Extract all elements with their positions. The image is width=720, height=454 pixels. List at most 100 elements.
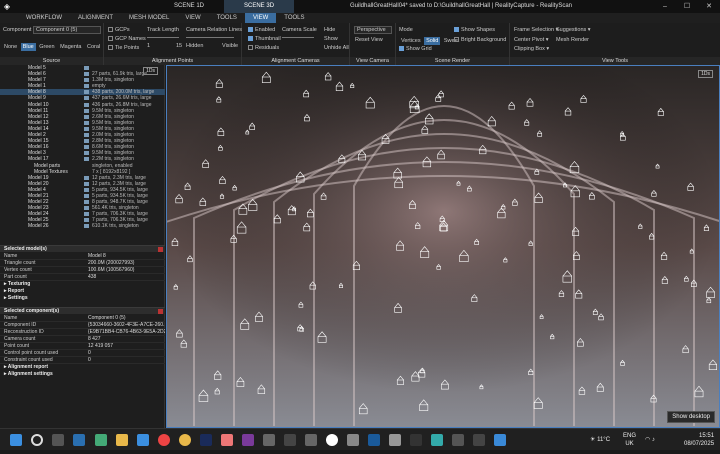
center-pivot-button[interactable]: Center Pivot ▾ [514, 37, 549, 43]
task-view-icon[interactable] [52, 434, 64, 446]
collapsible-section[interactable]: ▸ Report [0, 288, 165, 295]
selected-components-header[interactable]: Selected component(s) [0, 307, 165, 314]
system-tray-icons[interactable]: ◠ ♪ [645, 429, 655, 451]
property-row: Component ID {53034660-3602-4F3E-A7CE-260… [0, 322, 165, 329]
chrome-icon[interactable] [158, 434, 170, 446]
tab-scene-3d[interactable]: SCENE 3D [224, 0, 295, 13]
tree-badge: 1Ds [143, 67, 158, 75]
tab-scene-1d[interactable]: SCENE 1D [154, 0, 224, 13]
property-key: Control point count used [4, 350, 59, 356]
app-icon-10[interactable] [473, 434, 485, 446]
color-magenta[interactable]: Magenta [58, 43, 83, 51]
hide-button[interactable]: Hide [324, 27, 335, 33]
enabled-toggle[interactable]: Enabled [248, 27, 275, 33]
show-grid-toggle[interactable]: Show Grid [399, 46, 432, 52]
model-icon [84, 139, 89, 144]
app-icon-8[interactable] [431, 434, 443, 446]
close-button[interactable]: ✕ [698, 0, 720, 13]
menu-view[interactable]: VIEW [177, 13, 208, 23]
thumbnail-toggle[interactable]: Thumbnail [248, 36, 281, 42]
close-icon[interactable] [158, 247, 163, 252]
close-icon[interactable] [158, 309, 163, 314]
language-indicator[interactable]: ENG UK [623, 432, 636, 454]
app-icon-3[interactable] [284, 434, 296, 446]
collapsible-section[interactable]: ▸ Alignment settings [0, 371, 165, 378]
menu-tools-2[interactable]: TOOLS [276, 13, 312, 23]
mesh-render-button[interactable]: Mesh Render [556, 37, 589, 43]
projection-select[interactable]: Perspective [354, 26, 392, 34]
app-xn-icon[interactable] [242, 434, 254, 446]
minimize-button[interactable]: – [654, 0, 676, 13]
collapsible-section[interactable]: ▸ Settings [0, 295, 165, 302]
app-icon-5[interactable] [347, 434, 359, 446]
3d-viewport[interactable]: 1Ds Show desktop [166, 65, 720, 428]
suggestions-button[interactable]: Suggestions ▾ [556, 27, 591, 33]
unhide-all-button[interactable]: Unhide All [324, 45, 349, 51]
menu-workflow[interactable]: WORKFLOW [18, 13, 70, 23]
mode-solid[interactable]: Solid [424, 37, 441, 45]
alignment-cameras-group: Enabled Thumbnail Residuals Camera Scale… [242, 23, 350, 65]
residuals-toggle[interactable]: Residuals [248, 45, 279, 51]
property-row: Vertex count 100.6M (100567960) [0, 267, 165, 274]
app-icon-2[interactable] [263, 434, 275, 446]
menu-alignment[interactable]: ALIGNMENT [70, 13, 121, 23]
app-icon-9[interactable] [452, 434, 464, 446]
property-value: Component 0 (5) [88, 315, 126, 321]
edge-icon[interactable] [137, 434, 149, 446]
photoshop-icon[interactable] [200, 434, 212, 446]
clipping-box-button[interactable]: Clipping Box ▾ [514, 46, 549, 52]
menu-tools[interactable]: TOOLS [209, 13, 245, 23]
weather-widget[interactable]: ☀ 11°C [590, 429, 610, 451]
point-cloud-render[interactable] [167, 66, 720, 428]
volume-icon: ♪ [651, 437, 655, 443]
clock[interactable]: 15:51 08/07/2025 [684, 432, 714, 454]
color-coral[interactable]: Coral [85, 43, 102, 51]
model-icon [84, 145, 89, 150]
maximize-button[interactable]: ☐ [676, 0, 698, 13]
property-value: Model 8 [88, 253, 106, 259]
frame-selection-button[interactable]: Frame Selection ▾ [514, 27, 558, 33]
outlook-icon[interactable] [73, 434, 85, 446]
color-none[interactable]: None [2, 43, 19, 51]
camera-scale-slider[interactable] [282, 37, 314, 38]
color-green[interactable]: Green [37, 43, 56, 51]
model-icon [84, 72, 89, 77]
file-explorer-icon[interactable] [116, 434, 128, 446]
bright-background-toggle[interactable]: Bright Background [454, 37, 506, 43]
alignment-points-group: GCPs GCP Names Tie Points Track Length 1… [104, 23, 242, 65]
show-shapes-toggle[interactable]: Show Shapes [454, 27, 495, 33]
component-select[interactable]: Component 0 (5) [33, 26, 101, 34]
collapsible-section[interactable]: ▸ Texturing [0, 281, 165, 288]
app-icon-4[interactable] [305, 434, 317, 446]
search-icon[interactable] [31, 434, 43, 446]
relation-lines-slider[interactable] [186, 37, 234, 38]
model-tree: Model 5 Model 6 27 parts, 61.9k tris, larg… [0, 65, 165, 243]
gcp-names-toggle[interactable]: GCP Names [108, 36, 146, 42]
menu-view-active[interactable]: VIEW [244, 13, 277, 23]
property-key: Part count [4, 274, 27, 280]
collapsible-section[interactable]: ▸ Alignment report [0, 364, 165, 371]
photos-icon[interactable] [179, 434, 191, 446]
color-blue[interactable]: Blue [20, 43, 36, 51]
mode-vertices[interactable]: Vertices [399, 37, 423, 45]
app-icon-11[interactable] [494, 434, 506, 446]
selected-models-header[interactable]: Selected model(s) [0, 245, 165, 252]
property-row: Camera count 8 427 [0, 336, 165, 343]
track-length-slider[interactable] [147, 37, 179, 38]
app-icon[interactable] [95, 434, 107, 446]
realitycapture-icon[interactable] [326, 434, 338, 446]
property-key: Vertex count [4, 267, 32, 273]
tree-row[interactable]: Model 26 610.1K tris, singleton [0, 223, 165, 229]
app-icon-7[interactable] [410, 434, 422, 446]
windows-start-icon[interactable] [10, 434, 22, 446]
menu-mesh-model[interactable]: MESH MODEL [121, 13, 177, 23]
gcps-toggle[interactable]: GCPs [108, 27, 130, 33]
app-icon-6[interactable] [389, 434, 401, 446]
ribbon: Component Component 0 (5) None Blue Gree… [0, 23, 720, 65]
blender-icon[interactable] [221, 434, 233, 446]
model-icon [84, 187, 89, 192]
app-ar-icon[interactable] [368, 434, 380, 446]
show-button[interactable]: Show [324, 36, 338, 42]
tie-points-toggle[interactable]: Tie Points [108, 45, 139, 51]
reset-view-button[interactable]: Reset View [355, 37, 383, 43]
